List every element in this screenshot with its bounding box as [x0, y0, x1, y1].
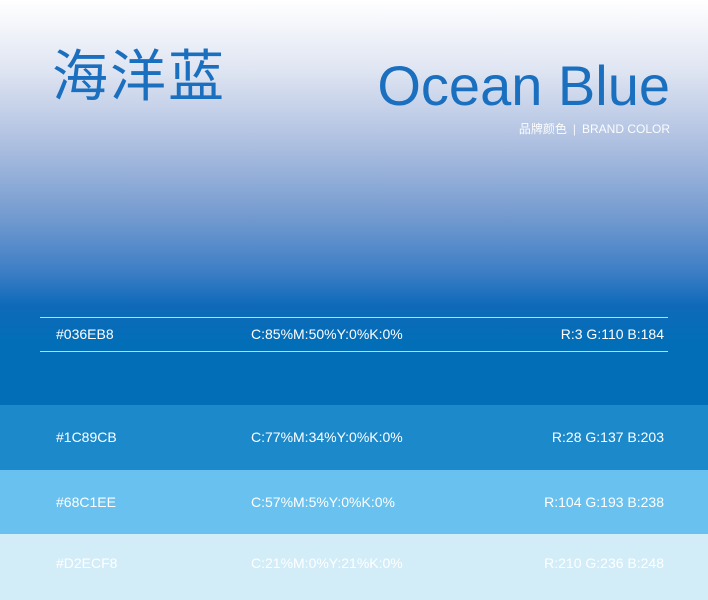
color-hex: #036EB8 [56, 326, 114, 342]
color-rgb: R:28 G:137 B:203 [551, 429, 664, 445]
color-palette-card: 海洋蓝 Ocean Blue 品牌颜色 | BRAND COLOR #036EB8 … [0, 0, 708, 600]
color-cmyk: C:77%M:34%Y:0%K:0% [251, 429, 403, 445]
divider-bottom [40, 351, 668, 352]
title-english: Ocean Blue [377, 54, 670, 117]
color-swatch-band: #68C1EE C:57%M:5%Y:0%K:0% R:104 G:193 B:… [0, 470, 708, 534]
subtitle-chinese: 品牌颜色 [518, 122, 567, 136]
color-rgb: R:210 G:236 B:248 [544, 555, 664, 571]
divider-top [40, 317, 668, 318]
title-chinese: 海洋蓝 [52, 45, 226, 110]
subtitle: 品牌颜色 | BRAND COLOR [519, 120, 670, 137]
color-hex: #D2ECF8 [56, 555, 118, 571]
color-cmyk: C:57%M:5%Y:0%K:0% [251, 494, 395, 510]
color-cmyk: C:85%M:50%Y:0%K:0% [251, 326, 403, 342]
color-rgb: R:104 G:193 B:238 [544, 494, 664, 510]
color-rgb: R:3 G:110 B:184 [560, 326, 664, 342]
color-swatch-band: #D2ECF8 C:21%M:0%Y:21%K:0% R:210 G:236 B… [0, 534, 708, 600]
color-hex: #1C89CB [56, 429, 117, 445]
subtitle-english: BRAND COLOR [581, 122, 670, 136]
color-hex: #68C1EE [56, 494, 116, 510]
color-swatch-band: #1C89CB C:77%M:34%Y:0%K:0% R:28 G:137 B:… [0, 405, 708, 470]
color-cmyk: C:21%M:0%Y:21%K:0% [251, 555, 403, 571]
subtitle-separator: | [572, 122, 576, 136]
